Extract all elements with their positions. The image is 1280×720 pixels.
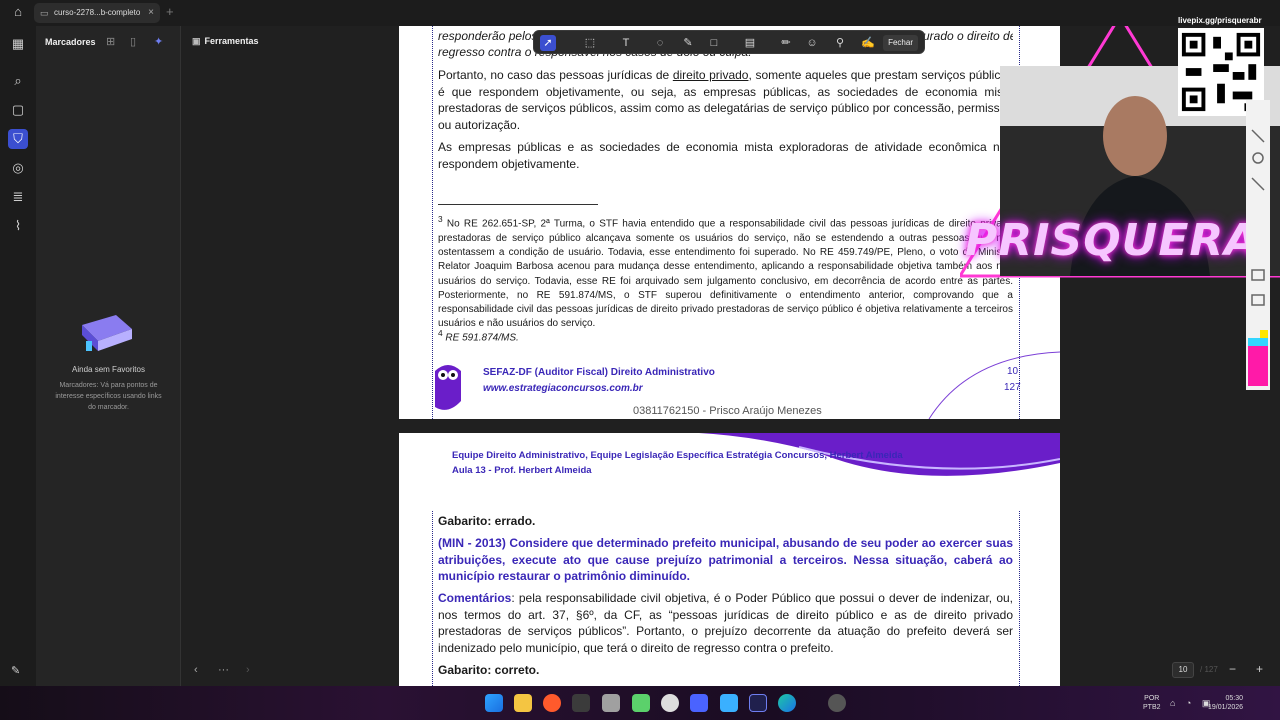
- shape-icon[interactable]: □: [706, 35, 722, 51]
- comment-paragraph: Comentários: pela responsabilidade civil…: [438, 591, 1013, 655]
- question-text: (MIN - 2013) Considere que determinado p…: [438, 536, 1013, 583]
- paragraph-public-companies: As empresas públicas e as sociedades de …: [438, 140, 1013, 171]
- page-total-label: / 127: [1200, 665, 1218, 674]
- owl-logo: [435, 365, 461, 410]
- answer-key: Gabarito: errado.: [438, 514, 536, 528]
- pages-icon[interactable]: ▢: [8, 100, 28, 120]
- more-options-icon[interactable]: ···: [218, 664, 229, 676]
- empty-state-description: Marcadores: Vá para pontos de interesse …: [55, 382, 162, 411]
- tools-label: Ferramentas: [204, 36, 259, 46]
- layers-icon[interactable]: ≣: [8, 187, 28, 207]
- page-header-team: Equipe Direito Administrativo, Equipe Le…: [452, 450, 903, 461]
- app-icon[interactable]: [720, 694, 738, 712]
- bookmark-list-icon[interactable]: ▯: [130, 35, 136, 48]
- page-number-input[interactable]: 10: [1172, 662, 1194, 678]
- stamp-icon[interactable]: ⚲: [832, 35, 848, 51]
- app-icon[interactable]: [828, 694, 846, 712]
- attachment-icon[interactable]: ⌇: [8, 216, 28, 236]
- app-icon[interactable]: [690, 694, 708, 712]
- next-icon[interactable]: ›: [246, 664, 250, 676]
- left-rail: ▦ ⌕ ▢ ⛉ ◎ ≣ ⌇: [0, 26, 36, 686]
- annotation-toolbar: ➚ ⬚ T ◌ ✎ □ ▤ ✏ ☺ ⚲ ✍ Fechar: [533, 30, 925, 54]
- bookmarks-panel: Marcadores ⊞ ▯ ✦ Ainda sem Favoritos Mar…: [36, 26, 181, 686]
- sticker-icon[interactable]: ☺: [804, 35, 820, 51]
- signature-icon[interactable]: ✍: [860, 35, 876, 51]
- obs-icon[interactable]: [661, 694, 679, 712]
- footer-site-link[interactable]: www.estrategiaconcursos.com.br: [483, 383, 643, 394]
- app-icon[interactable]: [632, 694, 650, 712]
- text-icon[interactable]: T: [618, 35, 634, 51]
- bookmark-icon[interactable]: ⛉: [8, 129, 28, 149]
- comment-icon[interactable]: ◌: [652, 35, 668, 51]
- footnote-divider: [438, 204, 598, 205]
- comment-icon[interactable]: ◎: [8, 158, 28, 178]
- search-icon[interactable]: ⌕: [8, 71, 28, 91]
- tools-icon: ▣: [192, 36, 201, 46]
- file-explorer-icon[interactable]: [514, 694, 532, 712]
- term-link[interactable]: direito privado: [673, 68, 749, 82]
- paragraph-private-law: Portanto, no caso das pessoas jurídicas …: [438, 68, 1014, 132]
- select-icon[interactable]: ➚: [540, 35, 556, 51]
- streamer-name: PRISQUERA: [965, 215, 1260, 266]
- donation-link: livepix.gg/prisquerabr: [1178, 16, 1262, 25]
- start-button[interactable]: [485, 694, 503, 712]
- home-icon[interactable]: ⌂: [8, 4, 28, 22]
- page-margin-right: [1019, 511, 1020, 686]
- grid-icon[interactable]: ▦: [8, 34, 28, 54]
- document-tab[interactable]: ▭ curso-2278...b-completo ×: [34, 3, 160, 23]
- add-bookmark-icon[interactable]: ⊞: [106, 35, 115, 48]
- empty-bookmarks-illustration: [82, 315, 132, 351]
- drawing-tools-strip: [1246, 100, 1270, 390]
- footer-course: SEFAZ-DF (Auditor Fiscal) Direito Admini…: [483, 367, 715, 378]
- page-header-lesson: Aula 13 - Prof. Herbert Almeida: [452, 465, 592, 476]
- clock[interactable]: 05:30 19/01/2026: [1208, 694, 1243, 712]
- new-tab-button[interactable]: +: [166, 4, 174, 19]
- previous-icon[interactable]: ‹: [194, 664, 198, 676]
- zoom-out-button[interactable]: −: [1229, 662, 1236, 676]
- app-icon[interactable]: [602, 694, 620, 712]
- pin-icon[interactable]: ✦: [154, 35, 163, 48]
- footnote-4: 4 RE 591.874/MS.: [438, 328, 519, 344]
- panel-title: Marcadores: [45, 37, 96, 47]
- edge-browser-icon[interactable]: [778, 694, 796, 712]
- footer-curve: [928, 351, 1060, 419]
- ruler-icon[interactable]: ▤: [742, 35, 758, 51]
- comment-label: Comentários: [438, 591, 512, 605]
- keyboard-language[interactable]: POR PTB2: [1143, 694, 1161, 712]
- answer-key: Gabarito: correto.: [438, 663, 540, 677]
- area-select-icon[interactable]: ⬚: [582, 35, 598, 51]
- highlight-icon[interactable]: ✎: [680, 35, 696, 51]
- footnote-3: 3 No RE 262.651-SP, 2ª Turma, o STF havi…: [438, 214, 1013, 330]
- empty-state-title: Ainda sem Favoritos: [72, 365, 145, 374]
- close-toolbar-button[interactable]: Fechar: [883, 35, 918, 51]
- document-page-11: Equipe Direito Administrativo, Equipe Le…: [399, 433, 1060, 686]
- title-bar: [0, 0, 1280, 26]
- tools-button[interactable]: ▣ Ferramentas: [192, 36, 259, 47]
- close-tab-icon[interactable]: ×: [148, 3, 154, 23]
- zoom-in-button[interactable]: +: [1256, 662, 1263, 676]
- footer-owner: 03811762150 - Prisco Araújo Menezes: [633, 405, 822, 417]
- sign-icon[interactable]: ✎: [11, 664, 20, 677]
- pencil-icon[interactable]: ✏: [778, 35, 794, 51]
- document-icon: ▭: [40, 8, 49, 18]
- terminal-icon[interactable]: [572, 694, 590, 712]
- page-margin-left: [432, 511, 433, 686]
- brave-browser-icon[interactable]: [543, 694, 561, 712]
- pdf-reader-icon[interactable]: [749, 694, 767, 712]
- tab-title: curso-2278...b-completo: [54, 8, 141, 17]
